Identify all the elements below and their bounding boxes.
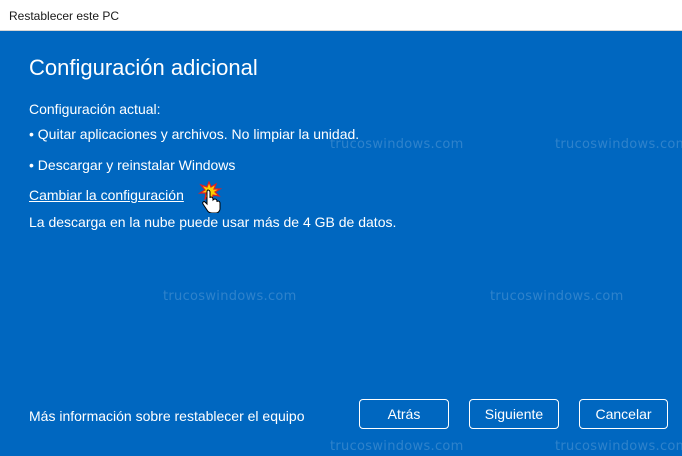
watermark: trucoswindows.com <box>555 137 682 152</box>
window-title: Restablecer este PC <box>9 9 120 23</box>
back-button[interactable]: Atrás <box>359 399 449 429</box>
watermark: trucoswindows.com <box>555 439 682 454</box>
watermark: trucoswindows.com <box>163 289 297 304</box>
dialog-panel: trucoswindows.com trucoswindows.com truc… <box>0 31 682 456</box>
change-settings-link[interactable]: Cambiar la configuración <box>29 187 184 203</box>
watermark: trucoswindows.com <box>330 439 464 454</box>
more-info-link[interactable]: Más información sobre restablecer el equ… <box>29 408 304 424</box>
current-settings-label: Configuración actual: <box>29 101 161 117</box>
watermark: trucoswindows.com <box>490 289 624 304</box>
setting-bullet-download-reinstall: • Descargar y reinstalar Windows <box>29 157 236 173</box>
page-title: Configuración adicional <box>29 55 258 80</box>
setting-bullet-remove-apps: • Quitar aplicaciones y archivos. No lim… <box>29 126 360 142</box>
cloud-download-note: La descarga en la nube puede usar más de… <box>29 214 397 230</box>
next-button[interactable]: Siguiente <box>469 399 559 429</box>
hand-cursor-icon <box>197 181 223 213</box>
cancel-button[interactable]: Cancelar <box>579 399 668 429</box>
title-bar: Restablecer este PC <box>0 0 682 31</box>
